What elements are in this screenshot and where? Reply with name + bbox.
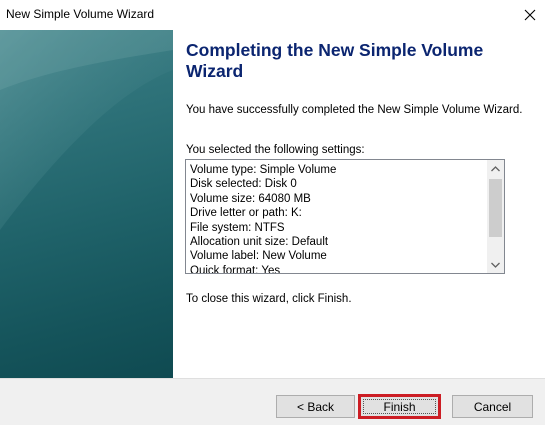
close-hint-text: To close this wizard, click Finish.: [186, 293, 352, 305]
settings-item: Volume label: New Volume: [190, 250, 327, 263]
chevron-up-icon: [491, 165, 500, 171]
settings-item: Volume size: 64080 MB: [190, 192, 311, 205]
page-title: Completing the New Simple Volume Wizard: [186, 40, 484, 81]
back-button-label: < Back: [296, 399, 335, 414]
close-button[interactable]: [515, 0, 545, 30]
wizard-sidebar-graphic: [0, 30, 173, 378]
settings-item: Volume type: Simple Volume: [190, 164, 337, 176]
settings-item: Disk selected: Disk 0: [190, 178, 297, 191]
settings-label: You selected the following settings:: [186, 144, 365, 156]
window-title: New Simple Volume Wizard: [6, 7, 155, 21]
close-icon: [524, 9, 536, 21]
sidebar-swoosh-decoration: [0, 30, 173, 230]
settings-listbox[interactable]: Volume type: Simple Volume Disk selected…: [185, 159, 505, 274]
scroll-thumb[interactable]: [489, 179, 502, 237]
finish-button-label: Finish: [383, 399, 416, 414]
vertical-scrollbar[interactable]: [487, 160, 504, 273]
scroll-up-button[interactable]: [487, 160, 504, 177]
settings-list: Volume type: Simple Volume Disk selected…: [190, 163, 485, 274]
settings-item: Drive letter or path: K:: [190, 207, 302, 220]
completion-message: You have successfully completed the New …: [186, 104, 523, 116]
scroll-down-button[interactable]: [487, 256, 504, 273]
title-bar: New Simple Volume Wizard: [0, 0, 545, 30]
chevron-down-icon: [491, 262, 500, 268]
button-bar: < Back Finish Cancel: [0, 378, 545, 425]
cancel-button-label: Cancel: [473, 399, 512, 414]
finish-button[interactable]: Finish: [358, 394, 441, 419]
settings-item: Quick format: Yes: [190, 264, 281, 274]
wizard-content: Completing the New Simple Volume Wizard …: [173, 30, 545, 378]
cancel-button[interactable]: Cancel: [452, 395, 533, 418]
settings-item: Allocation unit size: Default: [190, 236, 329, 249]
back-button[interactable]: < Back: [276, 395, 355, 418]
settings-item: File system: NTFS: [190, 221, 285, 234]
